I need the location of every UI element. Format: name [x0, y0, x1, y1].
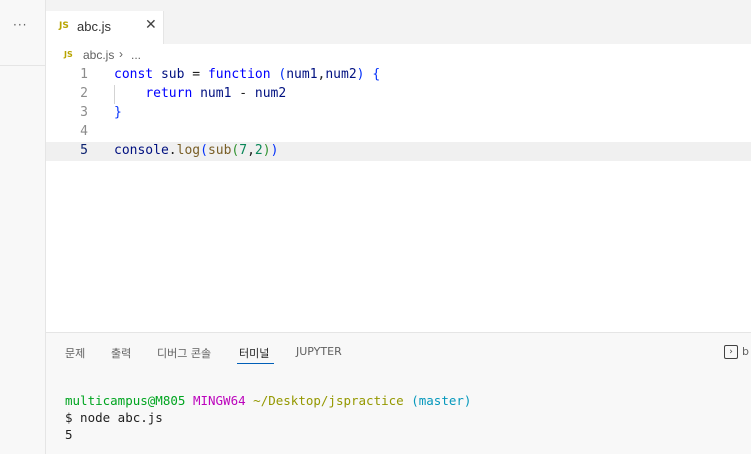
code-token: log [176, 143, 201, 158]
javascript-file-icon: JS [64, 50, 73, 59]
code-line[interactable]: 2 return num1 - num2 [46, 85, 751, 104]
code-editor[interactable]: 1 const sub = function (num1,num2) { 2 r… [46, 66, 751, 332]
tab-bar: JS abc.js ✕ [46, 0, 751, 44]
javascript-file-icon: JS [59, 21, 69, 31]
code-token: } [114, 105, 122, 120]
terminal-system: MINGW64 [192, 393, 246, 408]
breadcrumb-symbols[interactable]: ... [131, 48, 141, 62]
tab-problems[interactable]: 문제 [65, 345, 85, 361]
activity-sidebar: ··· [0, 0, 45, 454]
code-token: 2 [254, 143, 263, 158]
terminal-command: $ node abc.js [65, 410, 163, 425]
code-token: num2 [254, 86, 287, 101]
code-token: ) [262, 143, 271, 158]
code-token: num2 [325, 67, 357, 82]
line-number: 5 [80, 143, 88, 158]
code-token: = [184, 67, 208, 82]
tab-abc-js[interactable]: JS abc.js ✕ [46, 11, 164, 44]
code-token: function [207, 67, 271, 82]
line-number: 2 [80, 86, 88, 101]
code-token: ) [270, 143, 279, 158]
breadcrumb-file[interactable]: abc.js [83, 48, 114, 62]
code-line-active[interactable]: 5 console.log(sub(7,2)) [46, 142, 751, 161]
tab-jupyter[interactable]: JUPYTER [296, 345, 342, 358]
line-number: 4 [80, 124, 88, 139]
terminal-prompt-line: multicampus@M805 MINGW64 ~/Desktop/jspra… [65, 393, 471, 408]
active-tab-indicator [237, 363, 274, 364]
code-token: { [372, 67, 381, 82]
code-token: ( [200, 143, 208, 158]
code-text: console.log(sub(7,2)) [114, 143, 278, 158]
line-number: 3 [80, 105, 88, 120]
code-token: console [114, 143, 169, 158]
chevron-right-icon: › [119, 47, 123, 61]
line-number: 1 [80, 67, 88, 82]
terminal-launch-icon[interactable]: › [724, 345, 738, 359]
terminal-user-host: multicampus@M805 [65, 393, 186, 408]
more-actions-icon[interactable]: ··· [13, 18, 27, 32]
code-token: return [145, 86, 193, 101]
code-token: - [231, 86, 255, 101]
breadcrumb: JS abc.js › ... [46, 44, 751, 66]
tab-output[interactable]: 출력 [111, 345, 131, 361]
terminal-path: ~/Desktop/jspractice [253, 393, 404, 408]
code-text: return num1 - num2 [114, 86, 286, 101]
code-line[interactable]: 3 } [46, 104, 751, 123]
code-text: const sub = function (num1,num2) { [114, 67, 380, 82]
code-line[interactable]: 4 [46, 123, 751, 142]
tab-debug-console[interactable]: 디버그 콘솔 [157, 345, 211, 361]
code-line[interactable]: 1 const sub = function (num1,num2) { [46, 66, 751, 85]
panel-action-label[interactable]: b [742, 345, 749, 358]
close-icon[interactable]: ✕ [145, 17, 157, 33]
code-token: const [114, 67, 154, 82]
code-token: num1 [286, 67, 318, 82]
code-token: sub [207, 143, 232, 158]
code-text: } [114, 105, 122, 120]
code-token: sub [160, 67, 185, 82]
code-token: , [247, 143, 255, 158]
tab-label: abc.js [77, 19, 111, 34]
terminal-branch: (master) [411, 393, 472, 408]
code-token: . [168, 143, 177, 158]
sidebar-strip [0, 44, 45, 66]
bottom-panel: 문제 출력 디버그 콘솔 터미널 JUPYTER › b multicampus… [46, 332, 751, 454]
code-token: ) [356, 67, 365, 82]
tab-terminal[interactable]: 터미널 [239, 345, 269, 361]
code-token: 7 [239, 143, 248, 158]
terminal-output: 5 [65, 427, 73, 442]
code-token: num1 [200, 86, 232, 101]
